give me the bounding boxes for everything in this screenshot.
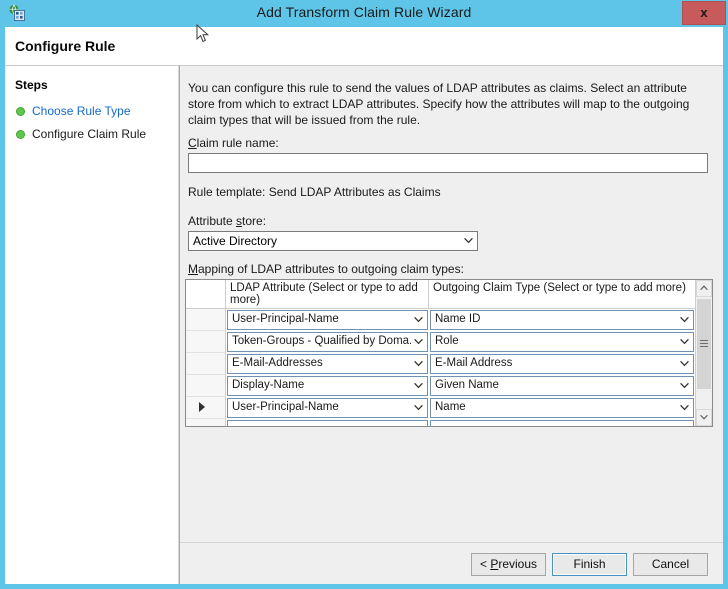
ldap-attribute-dropdown[interactable]: User-Principal-Name — [227, 398, 428, 418]
chevron-down-icon — [680, 360, 689, 367]
current-row-marker-icon — [199, 402, 205, 412]
cancel-button[interactable]: Cancel — [633, 553, 708, 576]
scrollbar-thumb[interactable] — [697, 299, 711, 389]
chevron-down-icon — [414, 360, 423, 367]
ldap-attribute-dropdown[interactable]: Token-Groups - Qualified by Doma... — [227, 332, 428, 352]
cell-value: Name ID — [435, 313, 481, 325]
cell-value: User-Principal-Name — [232, 313, 339, 325]
dialog-footer: < Previous Finish Cancel — [180, 542, 723, 584]
chevron-down-icon — [680, 382, 689, 389]
cell-value: User-Principal-Name — [232, 401, 339, 413]
table-row-new[interactable] — [186, 419, 695, 426]
outgoing-claim-type-dropdown[interactable]: Role — [430, 332, 694, 352]
chevron-down-icon — [680, 404, 689, 411]
window-title: Add Transform Claim Rule Wizard — [256, 4, 472, 20]
ldap-attribute-dropdown[interactable]: E-Mail-Addresses — [227, 354, 428, 374]
sidebar-item-label: Choose Rule Type — [32, 104, 131, 118]
row-gutter[interactable] — [186, 419, 226, 426]
mapping-label: Mapping of LDAP attributes to outgoing c… — [188, 262, 464, 276]
ldap-mapping-grid: LDAP Attribute (Select or type to add mo… — [185, 279, 713, 427]
chevron-down-icon — [414, 404, 423, 411]
grid-header-row: LDAP Attribute (Select or type to add mo… — [186, 280, 712, 309]
outgoing-claim-type-dropdown[interactable]: Name ID — [430, 310, 694, 330]
table-row[interactable]: User-Principal-Name Name ID — [186, 309, 695, 331]
cell-value: Name — [435, 401, 466, 413]
chevron-down-icon — [414, 382, 423, 389]
claim-rule-name-label: Claim rule name: — [188, 136, 279, 150]
chevron-down-icon — [414, 338, 423, 345]
ldap-attribute-dropdown[interactable]: Display-Name — [227, 376, 428, 396]
previous-button-prefix: < — [479, 557, 491, 571]
attribute-store-label-suffix: tore: — [242, 214, 267, 228]
previous-button-text: revious — [498, 557, 538, 571]
outgoing-claim-type-dropdown[interactable]: Name — [430, 398, 694, 418]
cell-value: E-Mail-Addresses — [232, 357, 323, 369]
attribute-store-label-prefix: Attribute — [188, 214, 237, 228]
claim-rule-name-input[interactable] — [188, 153, 708, 173]
sidebar-item-configure-claim-rule[interactable]: Configure Claim Rule — [5, 123, 178, 146]
previous-button[interactable]: < Previous — [471, 553, 546, 576]
grid-vertical-scrollbar[interactable] — [695, 280, 712, 426]
chevron-down-icon — [464, 237, 473, 244]
accelerator-letter: C — [188, 136, 197, 150]
table-row[interactable]: Display-Name Given Name — [186, 375, 695, 397]
intro-description: You can configure this rule to send the … — [188, 81, 690, 127]
outgoing-claim-type-dropdown[interactable] — [430, 420, 694, 426]
grid-header-gutter — [186, 280, 226, 308]
row-gutter[interactable] — [186, 331, 226, 353]
cell-value: Role — [435, 335, 459, 347]
row-gutter[interactable] — [186, 397, 226, 419]
scroll-up-button[interactable] — [696, 280, 712, 297]
green-dot-icon — [16, 130, 25, 139]
rule-template-text: Rule template: Send LDAP Attributes as C… — [188, 185, 441, 199]
steps-sidebar: Steps Choose Rule Type Configure Claim R… — [5, 66, 179, 584]
cell-value: Given Name — [435, 379, 499, 391]
ldap-attribute-dropdown[interactable] — [227, 420, 428, 426]
table-row[interactable]: User-Principal-Name Name — [186, 397, 695, 419]
steps-heading: Steps — [15, 78, 48, 92]
attribute-store-dropdown[interactable]: Active Directory — [188, 231, 478, 251]
title-bar: Add Transform Claim Rule Wizard x — [0, 0, 728, 27]
finish-button[interactable]: Finish — [552, 553, 627, 576]
wizard-window: Add Transform Claim Rule Wizard x Config… — [0, 0, 728, 589]
chevron-down-icon — [414, 316, 423, 323]
cell-value: E-Mail Address — [435, 357, 513, 369]
attribute-store-label: Attribute store: — [188, 214, 266, 228]
table-row[interactable]: E-Mail-Addresses E-Mail Address — [186, 353, 695, 375]
cell-value: Display-Name — [232, 379, 305, 391]
chevron-down-icon — [680, 338, 689, 345]
main-content-panel: You can configure this rule to send the … — [180, 66, 723, 542]
claim-rule-name-label-text: laim rule name: — [196, 136, 279, 150]
outgoing-claim-type-dropdown[interactable]: E-Mail Address — [430, 354, 694, 374]
table-row[interactable]: Token-Groups - Qualified by Doma... Role — [186, 331, 695, 353]
row-gutter[interactable] — [186, 353, 226, 375]
grid-header-ldap-attribute[interactable]: LDAP Attribute (Select or type to add mo… — [226, 280, 429, 308]
outgoing-claim-type-dropdown[interactable]: Given Name — [430, 376, 694, 396]
close-button[interactable]: x — [682, 1, 726, 25]
chevron-down-icon — [680, 316, 689, 323]
header-band: Configure Rule — [5, 27, 723, 66]
cell-value: Token-Groups - Qualified by Doma... — [232, 335, 411, 347]
attribute-store-selected-value: Active Directory — [193, 234, 278, 248]
scroll-down-button[interactable] — [696, 409, 712, 426]
sidebar-item-label: Configure Claim Rule — [32, 127, 147, 141]
ldap-attribute-dropdown[interactable]: User-Principal-Name — [227, 310, 428, 330]
accelerator-letter: M — [188, 262, 198, 276]
grid-header-outgoing-claim-type[interactable]: Outgoing Claim Type (Select or type to a… — [429, 280, 695, 308]
mapping-label-text: apping of LDAP attributes to outgoing cl… — [198, 262, 464, 276]
row-gutter[interactable] — [186, 375, 226, 397]
green-dot-icon — [16, 107, 25, 116]
scrollbar-grip-icon — [700, 340, 708, 348]
sidebar-item-choose-rule-type[interactable]: Choose Rule Type — [5, 100, 178, 123]
row-gutter[interactable] — [186, 309, 226, 331]
page-title: Configure Rule — [15, 38, 116, 54]
